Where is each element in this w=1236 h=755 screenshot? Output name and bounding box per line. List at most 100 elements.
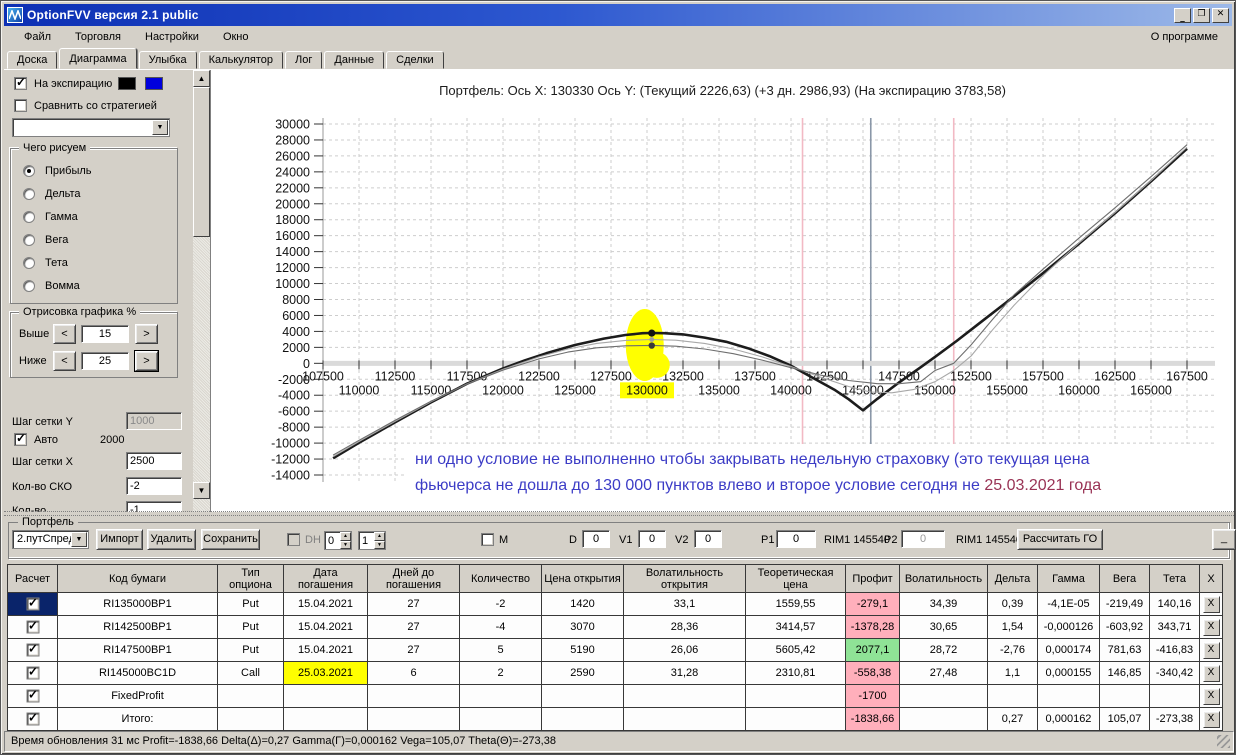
d-field[interactable]: 0 [582, 530, 610, 548]
cell[interactable]: 27 [368, 616, 460, 639]
p2-field[interactable]: 0 [901, 530, 945, 548]
cell[interactable]: 15.04.2021 [284, 593, 368, 616]
radio-Вега[interactable] [23, 234, 35, 246]
cell[interactable]: 34,39 [900, 593, 988, 616]
portfolio-preset-combobox[interactable]: 2.путСпред ▼ [12, 530, 89, 549]
column-header[interactable]: Тета [1150, 565, 1200, 593]
tab-Доска[interactable]: Доска [7, 51, 57, 69]
cell[interactable]: 5 [460, 639, 542, 662]
cell[interactable]: 146,85 [1100, 662, 1150, 685]
cell[interactable]: 2590 [542, 662, 624, 685]
radio-Дельта[interactable] [23, 188, 35, 200]
minimize-button[interactable]: _ [1174, 8, 1191, 23]
cell[interactable]: 0,27 [988, 708, 1038, 731]
menu-item-1[interactable]: Торговля [63, 28, 133, 46]
cell[interactable]: 15.04.2021 [284, 616, 368, 639]
cell[interactable]: -1700 [846, 685, 900, 708]
cell[interactable]: 27 [368, 593, 460, 616]
cell[interactable]: -0,000126 [1038, 616, 1100, 639]
cell[interactable] [284, 685, 368, 708]
dh-spinner-2[interactable]: 1 ▲▼ [358, 531, 386, 550]
calc-go-button[interactable]: Рассчитать ГО [1017, 529, 1103, 550]
row-calc-checkbox[interactable] [26, 621, 39, 634]
menu-item-about[interactable]: О программе [1145, 28, 1224, 46]
cell[interactable]: 781,63 [1100, 639, 1150, 662]
cell[interactable]: RI142500BP1 [58, 616, 218, 639]
cell[interactable]: -219,49 [1100, 593, 1150, 616]
row-calc-checkbox[interactable] [26, 667, 39, 680]
compare-strategy-checkbox[interactable] [14, 99, 27, 112]
above-decrement-button[interactable]: < [53, 324, 76, 344]
cell[interactable]: Итого: [58, 708, 218, 731]
v1-field[interactable]: 0 [638, 530, 666, 548]
cell[interactable]: 105,07 [1100, 708, 1150, 731]
cell[interactable] [368, 708, 460, 731]
column-header[interactable]: Дата погашения [284, 565, 368, 593]
cell[interactable] [460, 708, 542, 731]
cell[interactable] [746, 708, 846, 731]
spin-up-icon[interactable]: ▲ [340, 532, 351, 541]
cell[interactable] [624, 708, 746, 731]
column-header[interactable]: Теоретическая цена [746, 565, 846, 593]
cell[interactable]: 2 [460, 662, 542, 685]
dh-checkbox[interactable] [287, 533, 300, 546]
cell[interactable]: 1559,55 [746, 593, 846, 616]
cell[interactable]: 28,72 [900, 639, 988, 662]
cell[interactable]: 0,000162 [1038, 708, 1100, 731]
cell[interactable]: -4 [460, 616, 542, 639]
close-button[interactable]: ✕ [1212, 8, 1229, 23]
cell[interactable]: 28,36 [624, 616, 746, 639]
cell[interactable] [900, 708, 988, 731]
m-checkbox[interactable] [481, 533, 494, 546]
cell[interactable] [542, 685, 624, 708]
scroll-down-icon[interactable]: ▼ [193, 482, 210, 499]
cell[interactable]: Put [218, 616, 284, 639]
cell[interactable]: 0,39 [988, 593, 1038, 616]
cell[interactable]: Put [218, 593, 284, 616]
delete-row-button[interactable]: X [1203, 665, 1220, 682]
column-header[interactable]: Гамма [1038, 565, 1100, 593]
radio-Тета[interactable] [23, 257, 35, 269]
cell[interactable]: 25.03.2021 [284, 662, 368, 685]
cell[interactable]: 5190 [542, 639, 624, 662]
menu-item-0[interactable]: Файл [12, 28, 63, 46]
cell[interactable]: -273,38 [1150, 708, 1200, 731]
dh-spinner-1[interactable]: 0 ▲▼ [324, 531, 352, 550]
auto-grid-checkbox[interactable] [14, 433, 27, 446]
tab-Диаграмма[interactable]: Диаграмма [59, 48, 136, 69]
cell[interactable]: 2077,1 [846, 639, 900, 662]
spin-down-icon[interactable]: ▼ [340, 541, 351, 550]
strategy-combobox[interactable]: ▼ [12, 118, 170, 137]
expiry-color-black-swatch[interactable] [118, 77, 136, 90]
radio-Гамма[interactable] [23, 211, 35, 223]
cell[interactable]: 15.04.2021 [284, 639, 368, 662]
row-calc-checkbox[interactable] [26, 690, 39, 703]
row-calc-checkbox[interactable] [26, 644, 39, 657]
cell[interactable]: 2310,81 [746, 662, 846, 685]
column-header[interactable]: Расчет [8, 565, 58, 593]
column-header[interactable]: Волатильность открытия [624, 565, 746, 593]
radio-Прибыль[interactable] [23, 165, 35, 177]
cell[interactable]: Call [218, 662, 284, 685]
spin-down-icon[interactable]: ▼ [374, 541, 385, 550]
p1-field[interactable]: 0 [776, 530, 816, 548]
above-increment-button[interactable]: > [135, 324, 158, 344]
cell[interactable]: -4,1E-05 [1038, 593, 1100, 616]
sidebar-scrollbar[interactable]: ▲ ▼ [193, 70, 210, 512]
cell[interactable]: -2,76 [988, 639, 1038, 662]
cell[interactable] [900, 685, 988, 708]
maximize-button[interactable]: ❐ [1193, 8, 1210, 23]
cell[interactable]: 0,000155 [1038, 662, 1100, 685]
delete-row-button[interactable]: X [1203, 596, 1220, 613]
delete-row-button[interactable]: X [1203, 688, 1220, 705]
below-decrement-button[interactable]: < [53, 351, 76, 371]
cell[interactable]: 343,71 [1150, 616, 1200, 639]
tab-Лог[interactable]: Лог [285, 51, 322, 69]
column-header[interactable]: Дней до погашения [368, 565, 460, 593]
cell[interactable]: -279,1 [846, 593, 900, 616]
tab-Данные[interactable]: Данные [324, 51, 384, 69]
cell[interactable]: 33,1 [624, 593, 746, 616]
cell[interactable]: 26,06 [624, 639, 746, 662]
scroll-up-icon[interactable]: ▲ [193, 70, 210, 87]
spin-up-icon[interactable]: ▲ [374, 532, 385, 541]
